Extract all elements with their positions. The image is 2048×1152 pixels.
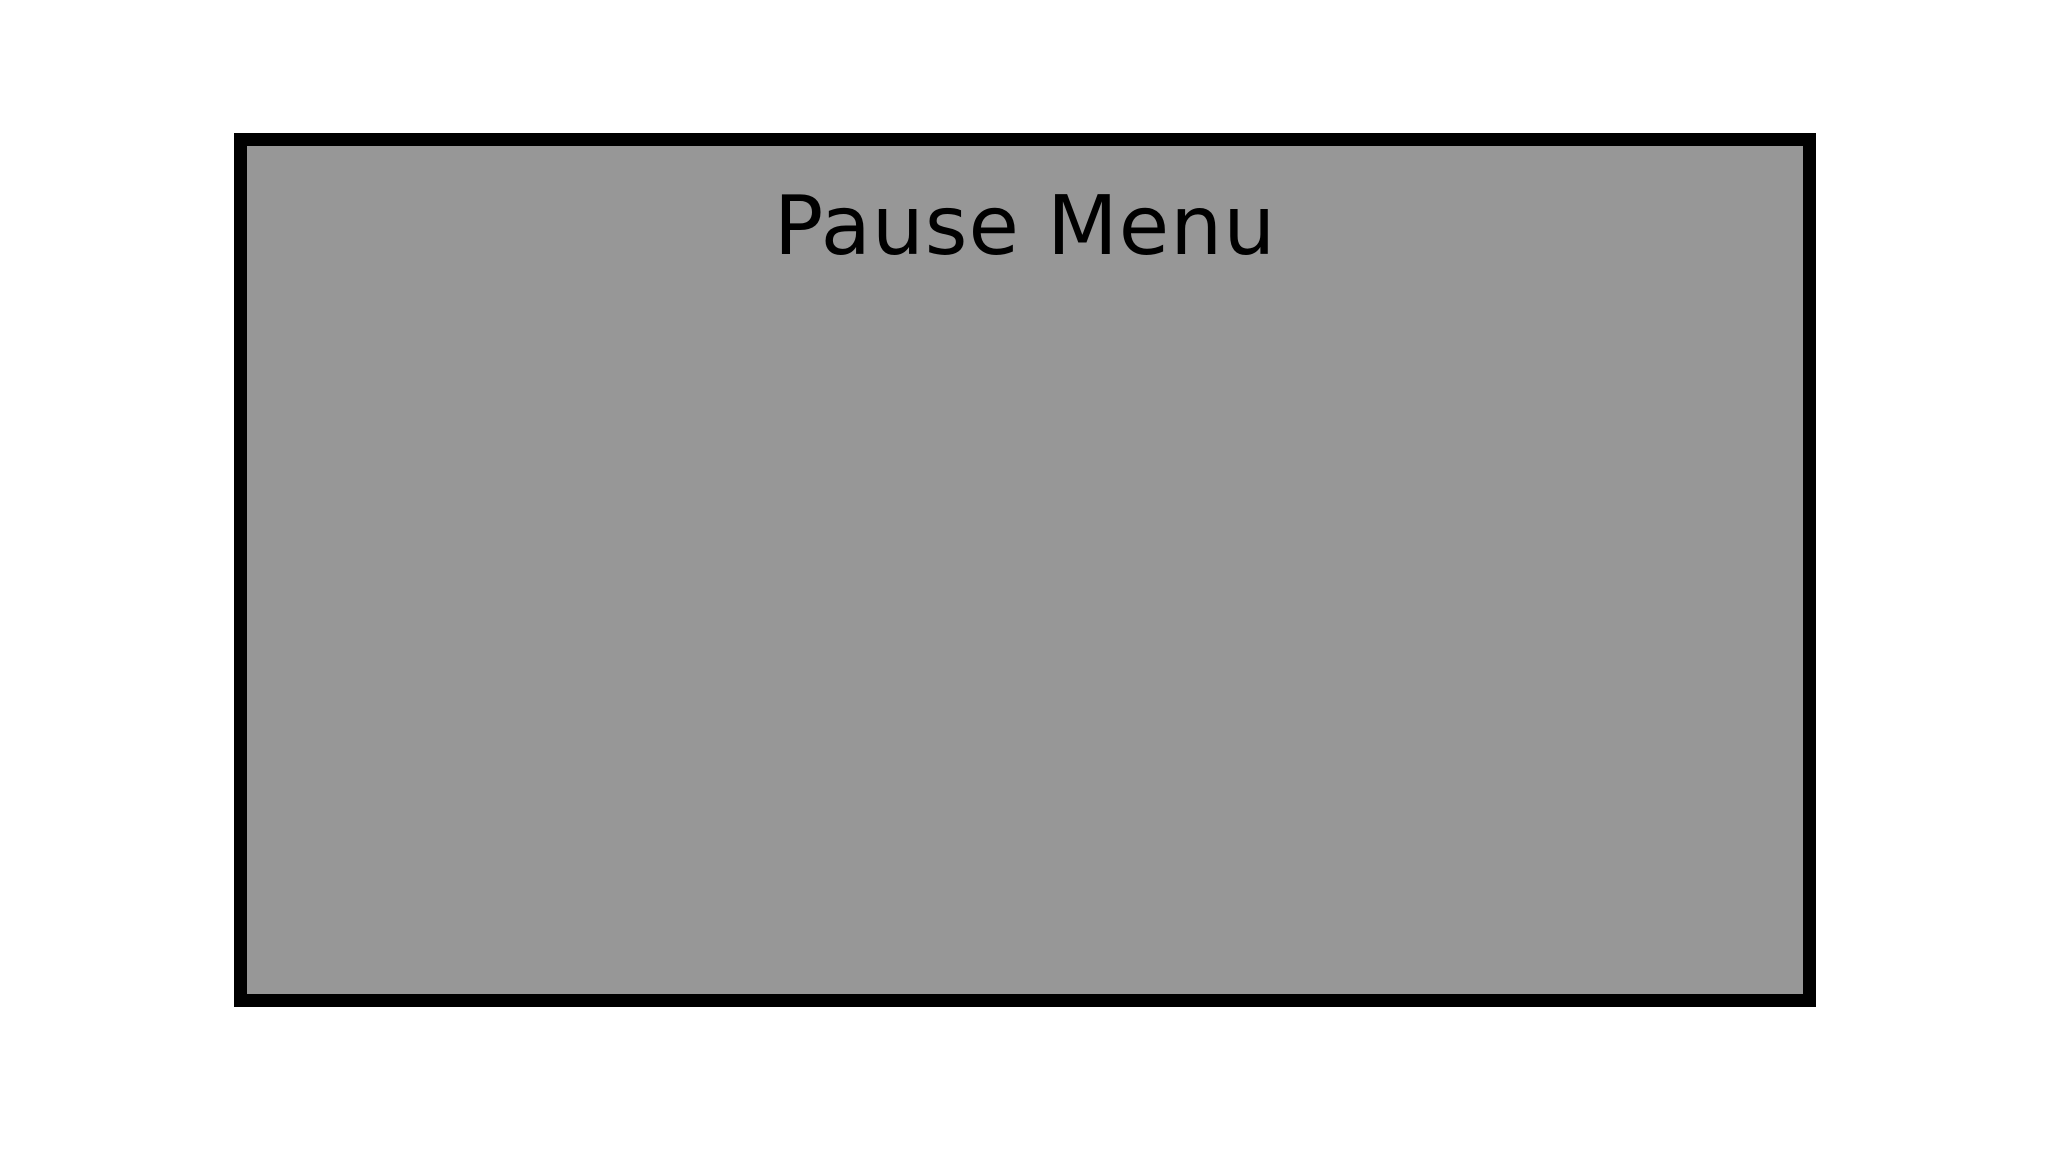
game-screen: Pause Menu — [0, 0, 2048, 1152]
pause-menu-title: Pause Menu — [773, 179, 1277, 274]
pause-menu-panel: Pause Menu — [234, 133, 1816, 1007]
